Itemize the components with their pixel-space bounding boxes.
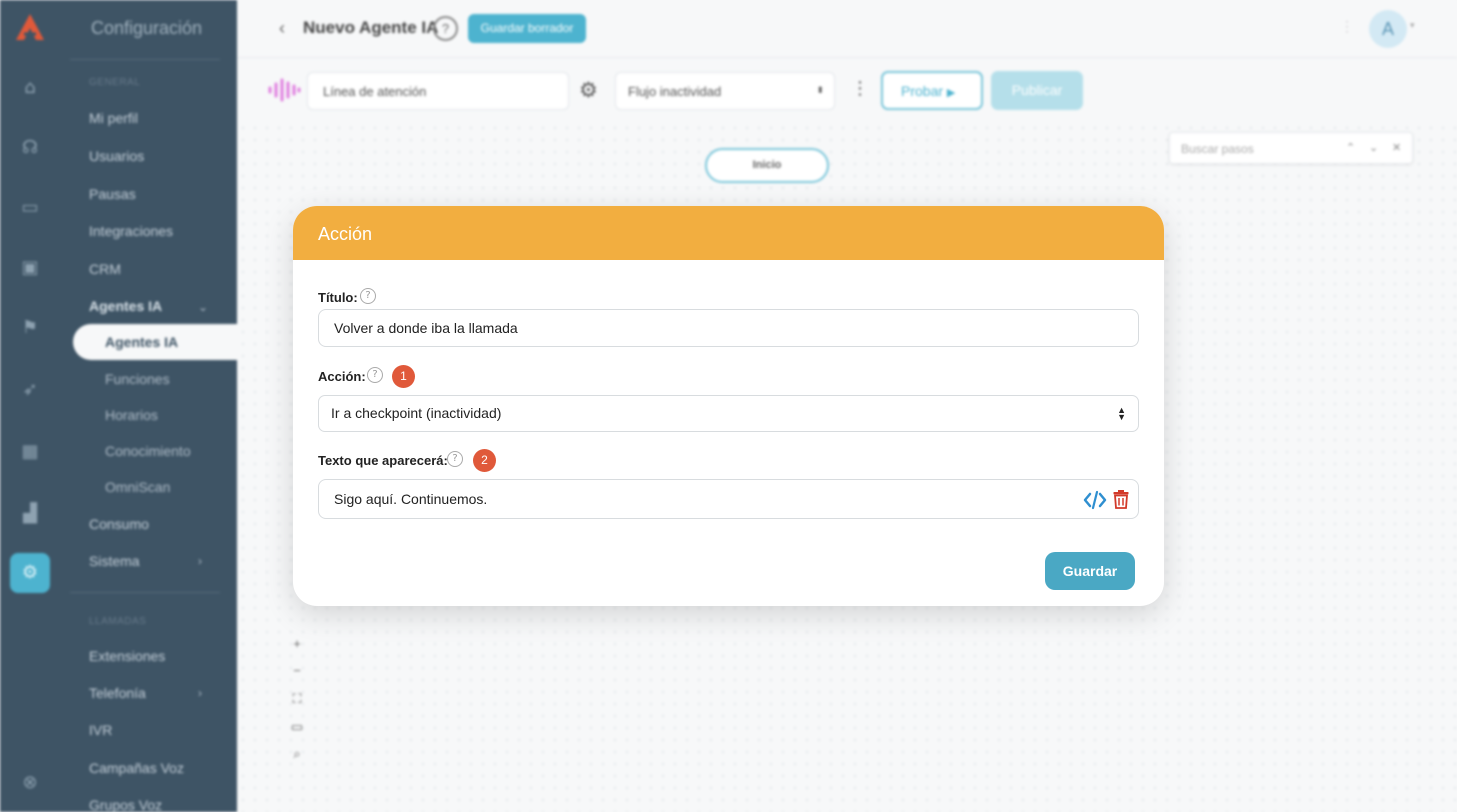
kebab-icon[interactable]: ⋮ xyxy=(851,78,869,99)
settings-icon[interactable]: ⚙ xyxy=(10,553,50,593)
home-icon[interactable]: ⌂ xyxy=(18,76,42,100)
sidebar-item-omniscan[interactable]: OmniScan xyxy=(105,479,170,495)
action-modal: Acción Título: ? Volver a donde iba la l… xyxy=(293,206,1164,606)
publish-button[interactable]: Publicar xyxy=(991,71,1083,110)
page-title: Nuevo Agente IA xyxy=(303,18,439,37)
sidebar-item-campanas-voz[interactable]: Campañas Voz xyxy=(89,760,184,776)
help-icon[interactable]: ? xyxy=(447,451,463,467)
text-input[interactable]: Sigo aquí. Continuemos. xyxy=(318,479,1139,519)
select-arrows-icon: ▲ ▼ xyxy=(1117,405,1126,422)
fit-icon[interactable]: ⛶ xyxy=(289,691,305,707)
text-label: Texto que aparecerá: xyxy=(318,453,448,468)
action-select-value: Ir a checkpoint (inactividad) xyxy=(331,405,502,421)
sidebar-item-agentes-ia-sub[interactable]: Agentes IA xyxy=(73,324,237,360)
sidebar-item-telefonia[interactable]: Telefonía xyxy=(89,685,146,701)
config-sidebar: Configuración GENERAL Mi perfil Usuarios… xyxy=(60,0,237,812)
flow-select[interactable]: Flujo inactividad ⬍ xyxy=(615,72,835,110)
sidebar-item-conocimiento[interactable]: Conocimiento xyxy=(105,443,191,459)
sidebar-item-mi-perfil[interactable]: Mi perfil xyxy=(89,110,138,126)
action-label: Acción: xyxy=(318,369,366,384)
search-steps-placeholder: Buscar pasos xyxy=(1181,142,1254,156)
calendar-icon[interactable]: ▦ xyxy=(18,440,42,464)
save-button[interactable]: Guardar xyxy=(1045,552,1135,590)
zoom-search-icon[interactable]: ⌕ xyxy=(289,746,305,762)
title-input[interactable]: Volver a donde iba la llamada xyxy=(318,309,1139,347)
wave-icon xyxy=(268,78,301,102)
sidebar-item-pausas[interactable]: Pausas xyxy=(89,186,136,202)
chevron-down-icon: ⌄ xyxy=(198,300,209,314)
chart-icon[interactable]: ▟ xyxy=(18,502,42,526)
gear-icon[interactable]: ⚙ xyxy=(579,78,598,102)
headset-icon[interactable]: ☊ xyxy=(18,136,42,160)
action-select[interactable]: Ir a checkpoint (inactividad) ▲ ▼ xyxy=(318,395,1139,432)
divider xyxy=(70,59,220,60)
logo-icon xyxy=(16,14,44,40)
minimap-icon[interactable]: ▭ xyxy=(289,719,305,735)
title-label: Título: xyxy=(318,290,358,305)
select-arrows-icon: ⬍ xyxy=(816,85,824,95)
modal-header: Acción xyxy=(293,206,1164,260)
flag-icon[interactable]: ⚑ xyxy=(18,316,42,340)
icon-rail: ⌂ ☊ ▭ ▣ ⚑ ➶ ▦ ▟ ⚙ ⊗ xyxy=(0,0,60,812)
flow-toolbar: Línea de atención ⚙ Flujo inactividad ⬍ … xyxy=(237,58,1457,122)
zoom-out-icon[interactable]: − xyxy=(289,663,305,678)
sidebar-title: Configuración xyxy=(91,18,203,38)
line-input[interactable]: Línea de atención xyxy=(307,72,569,110)
chevron-up-icon[interactable]: ⌃ xyxy=(1346,141,1355,154)
support-icon[interactable]: ⊗ xyxy=(18,771,42,795)
back-icon[interactable]: ‹ xyxy=(279,18,285,39)
divider xyxy=(70,592,220,593)
inbox-icon[interactable]: ▭ xyxy=(18,196,42,220)
sidebar-item-usuarios[interactable]: Usuarios xyxy=(89,148,144,164)
search-steps-input[interactable]: Buscar pasos ⌃ ⌄ ✕ xyxy=(1169,132,1413,164)
caret-down-icon[interactable]: ▾ xyxy=(1410,20,1415,31)
code-icon[interactable] xyxy=(1083,490,1107,510)
help-icon[interactable]: ? xyxy=(360,288,376,304)
step-badge: 2 xyxy=(473,449,496,472)
play-icon: ▶ xyxy=(946,87,956,99)
sidebar-item-consumo[interactable]: Consumo xyxy=(89,516,149,532)
avatar[interactable]: A xyxy=(1369,10,1407,48)
chevron-right-icon: › xyxy=(198,554,202,568)
trash-icon[interactable] xyxy=(1113,489,1129,509)
chevron-down-icon[interactable]: ⌄ xyxy=(1369,141,1378,154)
flow-select-value: Flujo inactividad xyxy=(628,84,722,99)
sidebar-item-horarios[interactable]: Horarios xyxy=(105,407,158,423)
sidebar-item-funciones[interactable]: Funciones xyxy=(105,371,170,387)
contacts-icon[interactable]: ▣ xyxy=(18,256,42,280)
sidebar-item-integraciones[interactable]: Integraciones xyxy=(89,223,173,239)
save-draft-button[interactable]: Guardar borrador xyxy=(468,14,586,43)
help-icon[interactable]: ? xyxy=(367,367,383,383)
step-badge: 1 xyxy=(392,365,415,388)
sidebar-item-agentes-ia[interactable]: Agentes IA xyxy=(89,298,162,314)
rocket-icon[interactable]: ➶ xyxy=(18,378,42,402)
test-label: Probar xyxy=(901,83,944,99)
sidebar-item-grupos-voz[interactable]: Grupos Voz xyxy=(89,797,162,812)
sidebar-item-extensiones[interactable]: Extensiones xyxy=(89,648,165,664)
section-general: GENERAL xyxy=(89,77,141,88)
more-icon[interactable]: ⋮ xyxy=(1340,18,1354,35)
help-icon[interactable]: ? xyxy=(433,16,458,41)
close-icon[interactable]: ✕ xyxy=(1392,141,1401,154)
section-llamadas: LLAMADAS xyxy=(89,616,147,627)
sidebar-item-sistema[interactable]: Sistema xyxy=(89,553,140,569)
chevron-right-icon: › xyxy=(198,686,202,700)
start-node[interactable]: Inicio xyxy=(705,148,829,183)
top-bar: ‹ Nuevo Agente IA ? Guardar borrador ⋮ A… xyxy=(237,0,1457,58)
sidebar-item-ivr[interactable]: IVR xyxy=(89,722,112,738)
test-button[interactable]: Probar ▶ xyxy=(881,71,983,110)
sidebar-item-label: Agentes IA xyxy=(105,334,179,350)
zoom-in-icon[interactable]: + xyxy=(289,636,305,651)
sidebar-item-crm[interactable]: CRM xyxy=(89,261,121,277)
